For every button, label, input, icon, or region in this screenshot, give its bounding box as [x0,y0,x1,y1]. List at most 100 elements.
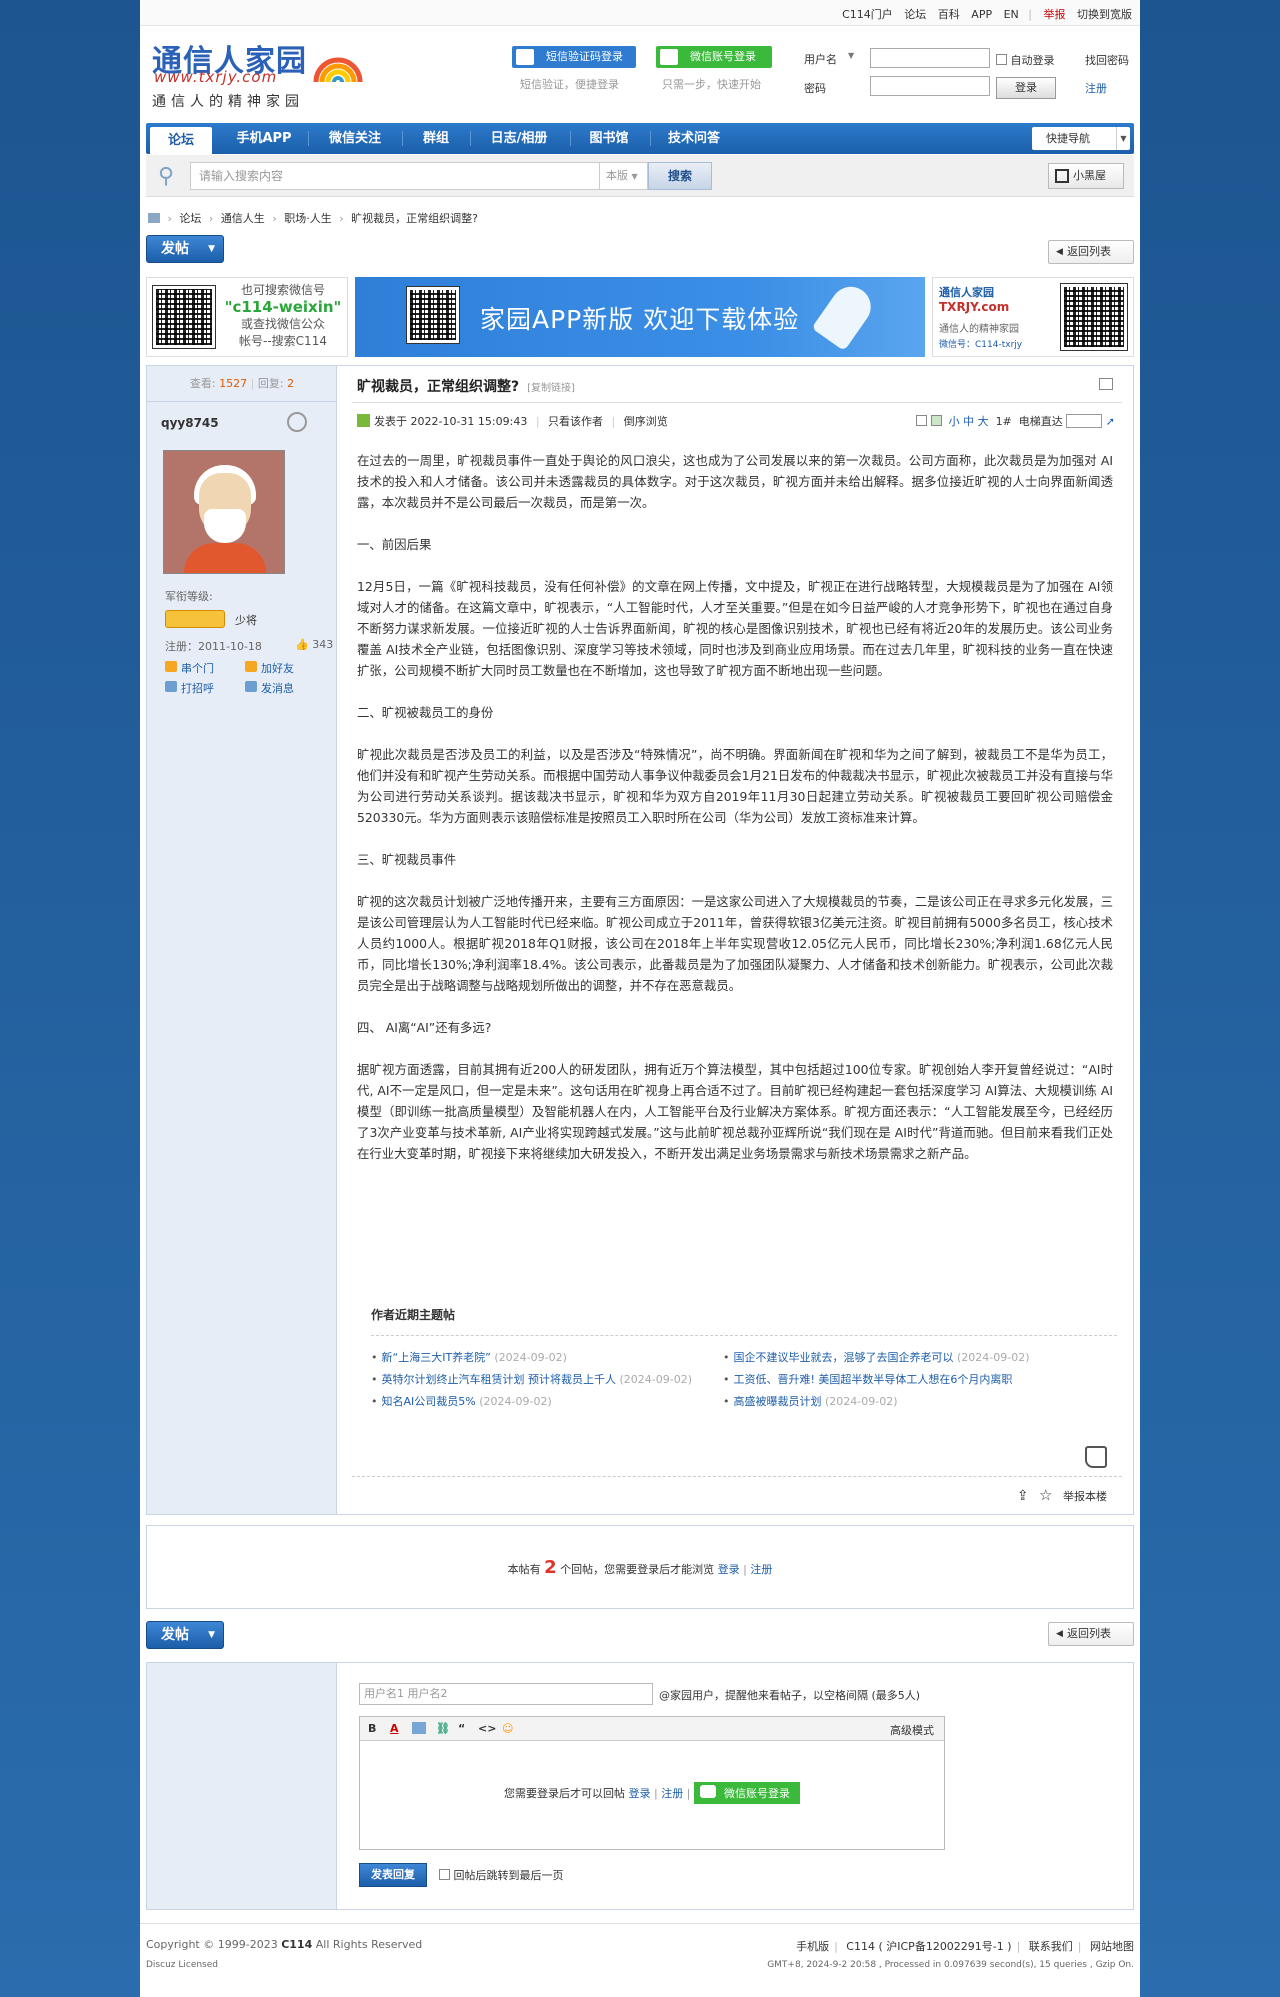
nav-library[interactable]: 图书馆 [574,123,644,154]
sms-login-button[interactable]: 短信验证码登录 [512,46,636,68]
recent-thread-date: (2024-09-02) [957,1351,1030,1364]
jump-last-checkbox[interactable]: 回帖后跳转到最后一页 [439,1867,564,1883]
back-to-list-button[interactable]: ◀ 返回列表 [1048,1622,1134,1646]
recent-thread-link[interactable]: 新“上海三大IT养老院” (2024-09-02) [371,1349,567,1365]
visit-user-link[interactable]: 串个门 [165,660,214,676]
brand-wechat: 微信号：C114-txrjy [939,340,1023,350]
font-medium[interactable]: 中 [963,415,974,428]
recent-thread-link[interactable]: 知名AI公司裁员5% (2024-09-02) [371,1393,552,1409]
code-icon[interactable]: <> [478,1722,496,1735]
password-input[interactable] [870,76,990,96]
avatar[interactable] [163,450,285,574]
checkbox-icon[interactable] [916,415,928,426]
footer-contact-link[interactable]: 联系我们 [1029,1940,1073,1953]
footer-icp-link[interactable]: C114 ( 沪ICP备12002291号-1 ) [846,1940,1011,1953]
mention-input[interactable]: 用户名1 用户名2 [359,1683,653,1705]
author-name[interactable]: qyy8745 [161,416,219,430]
brand-qr-banner[interactable]: 通信人家园 TXRJY.com 通信人的精神家园 微信号：C114-txrjy [932,277,1134,357]
only-author-link[interactable]: 只看该作者 [548,415,603,428]
checkbox-icon[interactable] [930,415,942,426]
switch-width-link[interactable]: 切换到宽版 [1077,8,1132,21]
top-link-c114[interactable]: C114门户 [842,8,893,21]
breadcrumb-forum[interactable]: 论坛 [179,212,201,225]
chevron-down-icon[interactable]: ▼ [1116,127,1130,150]
wechat-qr-banner[interactable]: 也可搜索微信号 "c114-weixin" 或查找微信公众 帐号--搜索C114 [146,277,348,357]
nav-groups[interactable]: 群组 [406,123,466,154]
divider: | [535,415,540,428]
username-input[interactable] [870,48,990,68]
report-post-link[interactable]: 举报本楼 [1063,1490,1107,1503]
quick-nav-label: 快捷导航 [1046,132,1090,145]
search-button[interactable]: 搜索 [648,162,712,190]
add-friend-link[interactable]: 加好友 [245,660,294,676]
reply-sidebar [147,1663,337,1909]
nav-blog-album[interactable]: 日志/相册 [474,123,564,154]
print-icon[interactable] [1099,378,1113,390]
back-to-list-label: 返回列表 [1067,245,1111,258]
thumbs-up-icon[interactable] [1085,1446,1107,1468]
search-scope-select[interactable]: 本版 ▼ [600,162,648,190]
login-link[interactable]: 登录 [718,1563,740,1576]
nav-tech-qa[interactable]: 技术问答 [654,123,734,154]
font-color-icon[interactable]: A [390,1722,399,1735]
find-password-link[interactable]: 找回密码 [1085,52,1129,68]
top-link-wiki[interactable]: 百科 [938,8,960,21]
checkbox-icon[interactable] [996,54,1007,65]
sms-login-label: 短信验证码登录 [546,50,623,63]
report-link[interactable]: 举报 [1044,8,1066,21]
recent-thread-date: (2024-09-02) [479,1395,552,1408]
reverse-order-link[interactable]: 倒序浏览 [624,415,668,428]
font-small[interactable]: 小 [949,415,960,428]
login-link[interactable]: 登录 [629,1787,651,1800]
recent-thread-link[interactable]: 高盛被曝裁员计划 (2024-09-02) [723,1393,898,1409]
back-to-list-button[interactable]: ◀ 返回列表 [1048,240,1134,264]
poke-user-link[interactable]: 打招呼 [165,680,214,696]
recent-thread-link[interactable]: 英特尔计划终止汽车租赁计划 预计将裁员上千人 (2024-09-02) [371,1371,693,1387]
breadcrumb-board[interactable]: 职场·人生 [284,212,332,225]
search-input[interactable]: 请输入搜索内容 [190,162,600,190]
breadcrumb-thread[interactable]: 旷视裁员，正常组织调整? [351,212,478,225]
nav-mobile-app[interactable]: 手机APP [224,123,304,154]
share-icon[interactable]: ⇪ [1017,1488,1029,1504]
top-link-en[interactable]: EN [1004,8,1019,21]
elevator-input[interactable] [1066,414,1103,428]
checkbox-icon[interactable] [439,1869,450,1880]
breadcrumb-category[interactable]: 通信人生 [221,212,265,225]
footer-sitemap-link[interactable]: 网站地图 [1090,1940,1134,1953]
link-icon[interactable]: ⛓ [436,1722,450,1735]
breadcrumb-separator: › [339,212,344,225]
black-room-button[interactable]: 小黑屋 [1048,163,1124,189]
emoji-icon[interactable]: ☺ [502,1722,513,1735]
recent-thread-link[interactable]: 工资低、晋升难! 美国超半数半导体工人想在6个月内离职 [723,1371,1013,1387]
image-icon[interactable] [412,1722,426,1734]
home-icon[interactable] [148,213,160,223]
register-link[interactable]: 注册 [1085,80,1107,96]
recent-thread-link[interactable]: 国企不建议毕业就去，混够了去国企养老可以 (2024-09-02) [723,1349,1030,1365]
chevron-down-icon[interactable]: ▼ [848,51,854,60]
register-link[interactable]: 注册 [750,1563,772,1576]
wechat-login-button[interactable]: 微信账号登录 [693,1782,800,1804]
footer-mobile-link[interactable]: 手机版 [796,1940,829,1953]
quick-nav-button[interactable]: 快捷导航 ▼ [1032,127,1130,150]
font-large[interactable]: 大 [978,415,989,428]
submit-reply-button[interactable]: 发表回复 [359,1863,427,1887]
wechat-login-button[interactable]: 微信账号登录 [656,46,772,68]
nav-wechat[interactable]: 微信关注 [312,123,398,154]
login-button[interactable]: 登录 [996,77,1056,99]
auto-login-checkbox[interactable]: 自动登录 [996,52,1055,68]
register-link[interactable]: 注册 [661,1787,683,1800]
nav-forum[interactable]: 论坛 [150,127,212,154]
new-post-button[interactable]: 发帖 ▼ [146,235,224,263]
go-icon[interactable]: ➚ [1106,415,1115,428]
bold-icon[interactable]: B [368,1722,376,1735]
advanced-mode-link[interactable]: 高级模式 [890,1722,934,1738]
top-link-forum[interactable]: 论坛 [904,8,926,21]
star-icon[interactable]: ☆ [1039,1486,1052,1504]
copy-link[interactable]: [复制链接] [527,383,575,394]
quote-icon[interactable]: “ [458,1722,465,1735]
app-download-banner[interactable]: 家园APP新版 欢迎下载体验 [355,277,925,357]
top-link-app[interactable]: APP [971,8,992,21]
send-message-link[interactable]: 发消息 [245,680,294,696]
editor-body[interactable]: 您需要登录后才可以回帖 登录 | 注册 | 微信账号登录 [360,1742,944,1849]
new-post-button[interactable]: 发帖 ▼ [146,1621,224,1649]
